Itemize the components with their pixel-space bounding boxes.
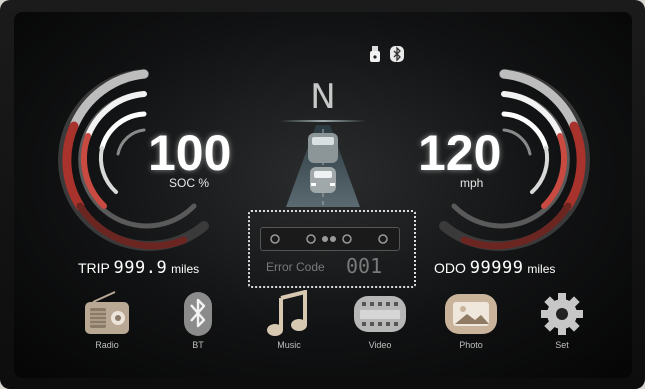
trip-readout: TRIP 999.9 miles <box>78 258 199 278</box>
odo-readout: ODO 99999 miles <box>434 258 555 278</box>
music-button[interactable]: Music <box>254 290 324 370</box>
gear-icon <box>541 293 583 335</box>
odo-label: ODO <box>434 260 466 276</box>
trip-unit: miles <box>171 262 200 276</box>
device-bezel: 100 SOC % 120 mph N Error Code 001 TRIP … <box>0 0 645 389</box>
radio-icon <box>85 291 129 334</box>
gear-divider <box>280 120 366 122</box>
photo-icon <box>445 294 497 334</box>
settings-button[interactable]: Set <box>527 290 597 370</box>
speed-value: 120 <box>418 125 502 181</box>
video-button[interactable]: Video <box>345 290 415 370</box>
video-film-icon <box>354 296 406 332</box>
bt-button[interactable]: BT <box>163 290 233 370</box>
warning-lights-strip <box>260 227 400 251</box>
radio-button[interactable]: Radio <box>72 290 142 370</box>
music-label: Music <box>277 340 301 350</box>
odo-value: 99999 <box>469 258 524 278</box>
speed-unit-label: mph <box>460 176 484 190</box>
soc-unit-label: SOC % <box>169 176 210 190</box>
settings-label: Set <box>555 340 569 350</box>
bluetooth-icon <box>184 292 212 336</box>
photo-button[interactable]: Photo <box>436 290 506 370</box>
car-road-icon <box>286 125 360 207</box>
error-code-label: Error Code <box>266 260 325 274</box>
soc-value: 100 <box>148 125 232 181</box>
bt-label: BT <box>192 340 204 350</box>
video-label: Video <box>368 340 392 350</box>
usb-icon <box>370 46 380 62</box>
dashboard-screen: 100 SOC % 120 mph N Error Code 001 TRIP … <box>14 12 632 378</box>
photo-label: Photo <box>459 340 483 350</box>
trip-value: 999.9 <box>113 258 168 278</box>
app-dock: Radio BT Music Video Photo Set <box>14 290 632 374</box>
odo-unit: miles <box>527 262 556 276</box>
gear-indicator: N <box>310 77 336 117</box>
trip-label: TRIP <box>78 260 110 276</box>
error-code-value: 001 <box>346 254 383 278</box>
music-note-icon <box>267 290 307 336</box>
radio-label: Radio <box>95 340 119 350</box>
